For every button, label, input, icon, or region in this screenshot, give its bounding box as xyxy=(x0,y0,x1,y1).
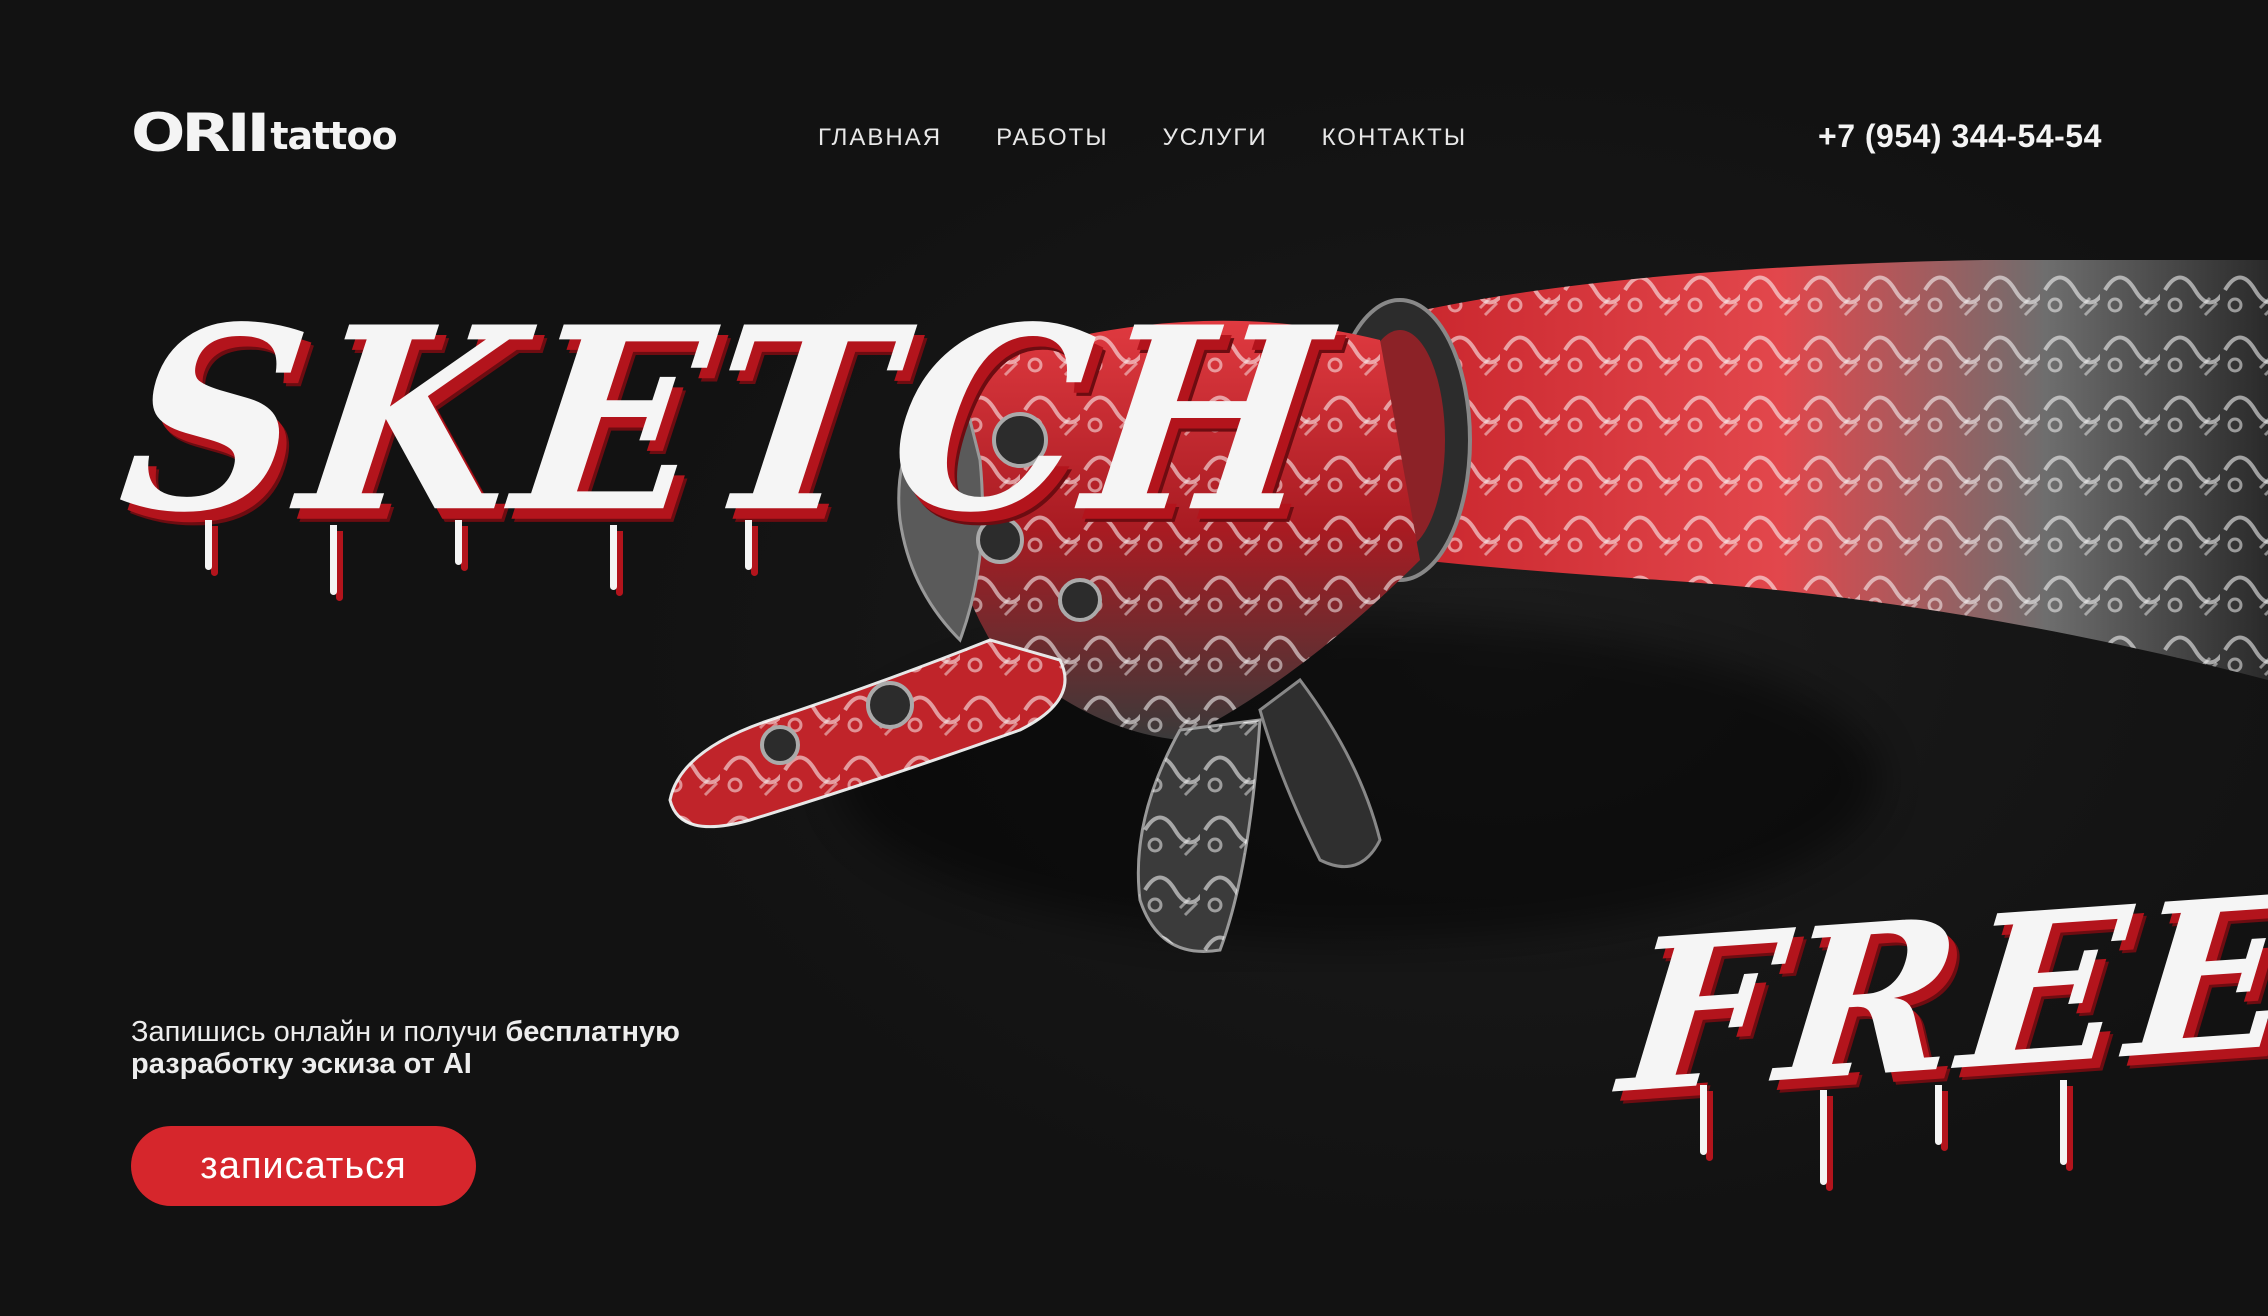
nav-item-works[interactable]: РАБОТЫ xyxy=(996,124,1108,152)
landing-page: ORII tattoo ГЛАВНАЯ РАБОТЫ УСЛУГИ КОНТАК… xyxy=(0,0,2268,1316)
tagline-bold-1: бесплатную xyxy=(505,1016,680,1048)
nav-item-contacts[interactable]: КОНТАКТЫ xyxy=(1322,124,1467,152)
logo-sub-text: tattoo xyxy=(270,114,397,158)
nav-item-home[interactable]: ГЛАВНАЯ xyxy=(818,124,942,152)
tagline-regular: Запишись онлайн и получи xyxy=(131,1016,506,1048)
paint-drip xyxy=(745,520,752,570)
paint-drip xyxy=(1820,1090,1827,1185)
tagline-bold-2: разработку эскиза от AI xyxy=(131,1048,472,1080)
logo-main-text: ORII xyxy=(131,103,270,165)
paint-drip xyxy=(1700,1085,1707,1155)
paint-drip xyxy=(455,520,462,565)
hero-title-word: SKETCH xyxy=(107,271,1347,569)
signup-button[interactable]: записаться xyxy=(131,1126,476,1206)
paint-drip xyxy=(610,525,617,590)
phone-link[interactable]: +7 (954) 344-54-54 xyxy=(1818,118,2102,155)
paint-drip xyxy=(1935,1085,1942,1145)
nav-item-services[interactable]: УСЛУГИ xyxy=(1163,124,1268,152)
hero-tagline: Запишись онлайн и получи бесплатную разр… xyxy=(131,1016,851,1080)
paint-drip xyxy=(330,525,337,595)
main-nav: ГЛАВНАЯ РАБОТЫ УСЛУГИ КОНТАКТЫ xyxy=(818,124,1467,152)
paint-drip xyxy=(205,520,212,570)
paint-drip xyxy=(2060,1080,2067,1165)
logo[interactable]: ORII tattoo xyxy=(131,96,398,160)
